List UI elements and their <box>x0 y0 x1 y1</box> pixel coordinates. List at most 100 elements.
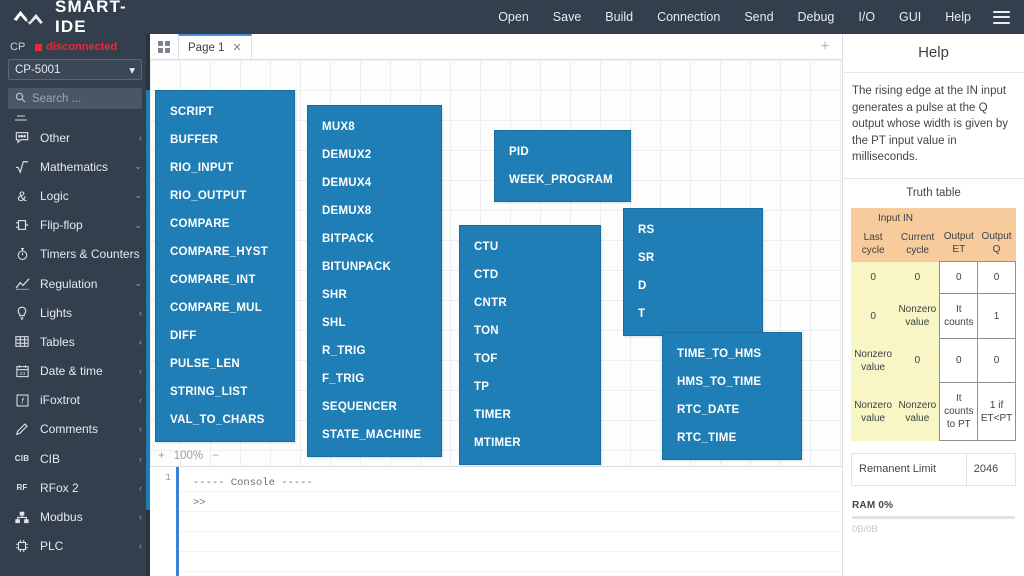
block-item[interactable]: RTC_DATE <box>663 396 801 424</box>
block-item[interactable]: DEMUX4 <box>308 169 441 197</box>
close-icon[interactable]: ✕ <box>232 41 241 54</box>
sidebar-item-other[interactable]: Other ‹ <box>0 123 150 152</box>
menu-item-gui[interactable]: GUI <box>887 5 933 29</box>
tab-spacer <box>252 34 808 59</box>
block-item[interactable]: RS <box>624 216 762 244</box>
block-item[interactable]: MUX8 <box>308 113 441 141</box>
sidebar-item-logic[interactable]: & Logic ⌄ <box>0 181 150 210</box>
block-item[interactable]: D <box>624 272 762 300</box>
console-output[interactable]: ----- Console ----- >> <box>179 467 842 576</box>
menu-item-debug[interactable]: Debug <box>786 5 847 29</box>
sidebar-item-flip-flop[interactable]: Flip-flop ⌄ <box>0 211 150 240</box>
block-group-regulation[interactable]: PID WEEK_PROGRAM <box>494 130 631 202</box>
block-item[interactable]: BITUNPACK <box>308 253 441 281</box>
menu-item-connection[interactable]: Connection <box>645 5 732 29</box>
menu-item-open[interactable]: Open <box>486 5 541 29</box>
chevron-down-icon: ⌄ <box>134 190 142 201</box>
sidebar-item-cib[interactable]: CIB CIB ‹ <box>0 444 150 473</box>
sidebar-item-tables[interactable]: Tables ‹ <box>0 327 150 356</box>
sidebar-item-rfox-2[interactable]: RF RFox 2 ‹ <box>0 473 150 502</box>
block-item[interactable]: PULSE_LEN <box>156 350 294 378</box>
chevron-left-icon: ‹ <box>139 132 142 143</box>
block-group-general[interactable]: SCRIPT BUFFER RIO_INPUT RIO_OUTPUT COMPA… <box>155 90 295 442</box>
search-box[interactable] <box>8 88 142 109</box>
sidebar-item-plc[interactable]: PLC ‹ <box>0 532 150 561</box>
block-item[interactable]: MTIMER <box>460 429 600 457</box>
block-item[interactable]: STRING_LIST <box>156 378 294 406</box>
block-item[interactable]: RTC_TIME <box>663 424 801 452</box>
sidebar-item-lights[interactable]: Lights ‹ <box>0 298 150 327</box>
ifoxtrot-icon: f <box>13 392 31 408</box>
sidebar-item-modbus[interactable]: Modbus ‹ <box>0 502 150 531</box>
sidebar-item-date-time[interactable]: 23 Date & time ‹ <box>0 357 150 386</box>
block-item[interactable]: CNTR <box>460 289 600 317</box>
ram-usage: RAM 0% 0B/0B <box>843 486 1024 535</box>
connection-status: disconnected <box>35 41 117 53</box>
block-item[interactable]: TOF <box>460 345 600 373</box>
diagram-canvas[interactable]: SCRIPT BUFFER RIO_INPUT RIO_OUTPUT COMPA… <box>150 60 842 466</box>
sidebar-item-regulation[interactable]: Regulation ⌄ <box>0 269 150 298</box>
block-item[interactable]: SR <box>624 244 762 272</box>
zoom-in-button[interactable]: + <box>158 450 165 462</box>
block-item[interactable]: TIME_TO_HMS <box>663 340 801 368</box>
block-item[interactable]: BUFFER <box>156 126 294 154</box>
connection-status-text: disconnected <box>46 41 118 53</box>
block-group-logic[interactable]: MUX8 DEMUX2 DEMUX4 DEMUX8 BITPACK BITUNP… <box>307 105 442 457</box>
console-prompt[interactable]: >> <box>193 493 842 513</box>
block-item[interactable]: HMS_TO_TIME <box>663 368 801 396</box>
block-item[interactable]: DEMUX8 <box>308 197 441 225</box>
menu-item-save[interactable]: Save <box>541 5 594 29</box>
block-item[interactable]: VAL_TO_CHARS <box>156 406 294 434</box>
block-item[interactable]: WEEK_PROGRAM <box>495 166 630 194</box>
sidebar-item-timers-counters[interactable]: Timers & Counters ⌄ <box>0 240 150 269</box>
cp-status-row: CP disconnected <box>0 34 150 56</box>
truth-table-header-current: Current cycle <box>895 225 940 262</box>
block-item[interactable]: SHR <box>308 281 441 309</box>
block-item[interactable]: RIO_OUTPUT <box>156 182 294 210</box>
block-item[interactable]: STATE_MACHINE <box>308 421 441 449</box>
block-item[interactable]: COMPARE <box>156 210 294 238</box>
block-item[interactable]: RIO_INPUT <box>156 154 294 182</box>
menu-item-send[interactable]: Send <box>732 5 785 29</box>
block-item[interactable]: COMPARE_HYST <box>156 238 294 266</box>
sidebar-item-partial[interactable] <box>0 115 150 123</box>
block-item[interactable]: SHL <box>308 309 441 337</box>
zoom-out-button[interactable]: − <box>212 450 219 462</box>
block-item[interactable]: CTU <box>460 233 600 261</box>
truth-table-header-last: Last cycle <box>851 225 896 262</box>
add-tab-icon[interactable]: + <box>808 34 842 59</box>
block-item[interactable]: SCRIPT <box>156 98 294 126</box>
block-item[interactable]: COMPARE_MUL <box>156 294 294 322</box>
menu-item-build[interactable]: Build <box>593 5 645 29</box>
block-item[interactable]: TON <box>460 317 600 345</box>
block-item[interactable]: BITPACK <box>308 225 441 253</box>
block-item[interactable]: TP <box>460 373 600 401</box>
block-item[interactable]: PID <box>495 138 630 166</box>
menu-item-io[interactable]: I/O <box>846 5 887 29</box>
block-item[interactable]: TIMER <box>460 401 600 429</box>
block-item[interactable]: COMPARE_INT <box>156 266 294 294</box>
grid-view-icon[interactable] <box>150 34 178 59</box>
search-input[interactable] <box>32 92 135 105</box>
sidebar-item-comments[interactable]: Comments ‹ <box>0 415 150 444</box>
console-panel[interactable]: 1 ----- Console ----- >> <box>150 466 842 576</box>
hamburger-menu-icon[interactable] <box>993 10 1010 24</box>
sidebar-item-label: Flip-flop <box>40 218 83 233</box>
sidebar-item-mathematics[interactable]: Mathematics ⌄ <box>0 152 150 181</box>
block-item[interactable]: DEMUX2 <box>308 141 441 169</box>
block-group-timers[interactable]: CTU CTD CNTR TON TOF TP TIMER MTIMER <box>459 225 601 465</box>
menu-item-help[interactable]: Help <box>933 5 983 29</box>
block-item[interactable]: SEQUENCER <box>308 393 441 421</box>
truth-table-group-header: Input IN <box>851 207 940 226</box>
block-group-datetime[interactable]: TIME_TO_HMS HMS_TO_TIME RTC_DATE RTC_TIM… <box>662 332 802 460</box>
block-group-flipflop[interactable]: RS SR D T <box>623 208 763 336</box>
tab-page-1[interactable]: Page 1 ✕ <box>178 34 252 59</box>
sidebar-item-ifoxtrot[interactable]: f iFoxtrot ‹ <box>0 386 150 415</box>
block-item[interactable]: CTD <box>460 261 600 289</box>
block-item[interactable]: F_TRIG <box>308 365 441 393</box>
block-item[interactable]: T <box>624 300 762 328</box>
block-item[interactable]: R_TRIG <box>308 337 441 365</box>
remanent-table: Remanent Limit 2046 <box>851 453 1017 486</box>
block-item[interactable]: DIFF <box>156 322 294 350</box>
device-select[interactable]: CP-5001 ▾ <box>8 59 142 80</box>
